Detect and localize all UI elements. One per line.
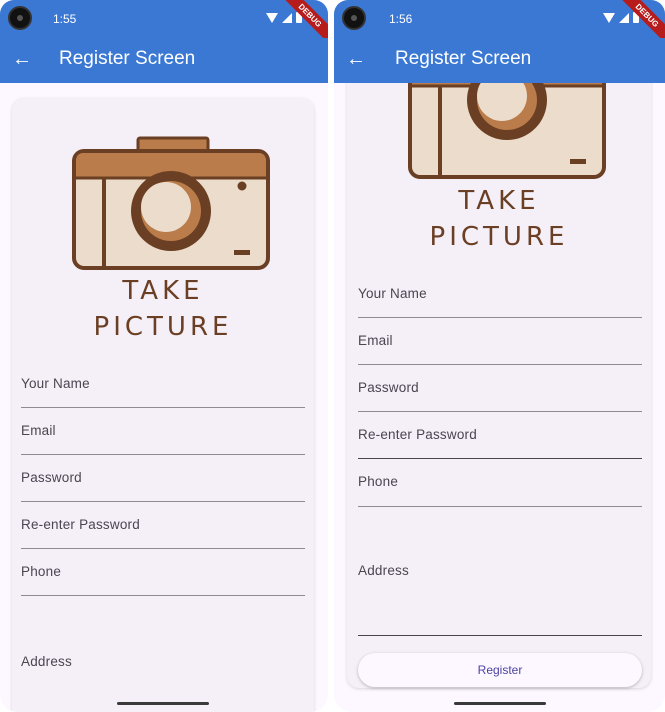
home-indicator[interactable] xyxy=(117,702,209,705)
app-bar: ← Register Screen xyxy=(0,38,328,83)
reenter-password-label: Re-enter Password xyxy=(21,517,140,532)
page-title: Register Screen xyxy=(59,48,196,69)
camera-icon xyxy=(72,136,270,270)
email-field[interactable]: Email xyxy=(21,419,305,455)
email-field[interactable]: Email xyxy=(358,329,642,365)
password-field[interactable]: Password xyxy=(358,376,642,412)
logo-text-take: TAKE xyxy=(458,186,540,216)
status-time: 1:56 xyxy=(389,12,413,26)
your-name-label: Your Name xyxy=(21,376,90,391)
phone-screen-right: TAKE PICTURE Your Name Email Password Re… xyxy=(334,0,665,712)
register-button[interactable]: Register xyxy=(358,653,642,687)
logo-text-picture: PICTURE xyxy=(93,312,233,342)
phone-label: Phone xyxy=(21,564,62,579)
status-time: 1:55 xyxy=(53,12,77,26)
camera-cutout xyxy=(342,6,366,30)
logo-text-picture: PICTURE xyxy=(429,222,569,252)
email-label: Email xyxy=(21,423,56,438)
password-field[interactable]: Password xyxy=(21,466,305,502)
your-name-field[interactable]: Your Name xyxy=(21,372,305,408)
app-bar: ← Register Screen xyxy=(334,38,665,83)
status-bar: 1:56 DEBUG xyxy=(334,0,665,49)
your-name-field[interactable]: Your Name xyxy=(358,282,642,318)
reenter-password-field[interactable]: Re-enter Password xyxy=(21,513,305,549)
arrow-back-icon[interactable]: ← xyxy=(12,48,32,70)
address-field[interactable]: Address xyxy=(358,550,642,636)
email-label: Email xyxy=(358,333,393,348)
arrow-back-icon[interactable]: ← xyxy=(346,48,366,70)
phone-field[interactable]: Phone xyxy=(358,470,642,507)
status-bar: 1:55 DEBUG xyxy=(0,0,328,49)
signal-icon xyxy=(282,12,292,23)
page-title: Register Screen xyxy=(395,48,532,69)
camera-cutout xyxy=(8,6,32,30)
wifi-icon xyxy=(266,12,278,23)
phone-label: Phone xyxy=(358,474,399,489)
register-card: TAKE PICTURE Your Name Email Password Re… xyxy=(12,98,314,712)
status-icons xyxy=(603,12,639,23)
password-label: Password xyxy=(358,380,419,395)
reenter-password-field[interactable]: Re-enter Password xyxy=(358,423,642,459)
signal-icon xyxy=(619,12,629,23)
logo-text-take: TAKE xyxy=(122,276,204,306)
wifi-icon xyxy=(603,12,615,23)
address-label: Address xyxy=(21,654,72,669)
your-name-label: Your Name xyxy=(358,286,427,301)
address-label: Address xyxy=(358,563,409,578)
status-icons xyxy=(266,12,302,23)
phone-screen-left: TAKE PICTURE Your Name Email Password Re… xyxy=(0,0,328,712)
password-label: Password xyxy=(21,470,82,485)
reenter-password-label: Re-enter Password xyxy=(358,427,477,442)
register-card: TAKE PICTURE Your Name Email Password Re… xyxy=(347,50,651,688)
phone-field[interactable]: Phone xyxy=(21,560,305,596)
home-indicator[interactable] xyxy=(454,702,546,705)
